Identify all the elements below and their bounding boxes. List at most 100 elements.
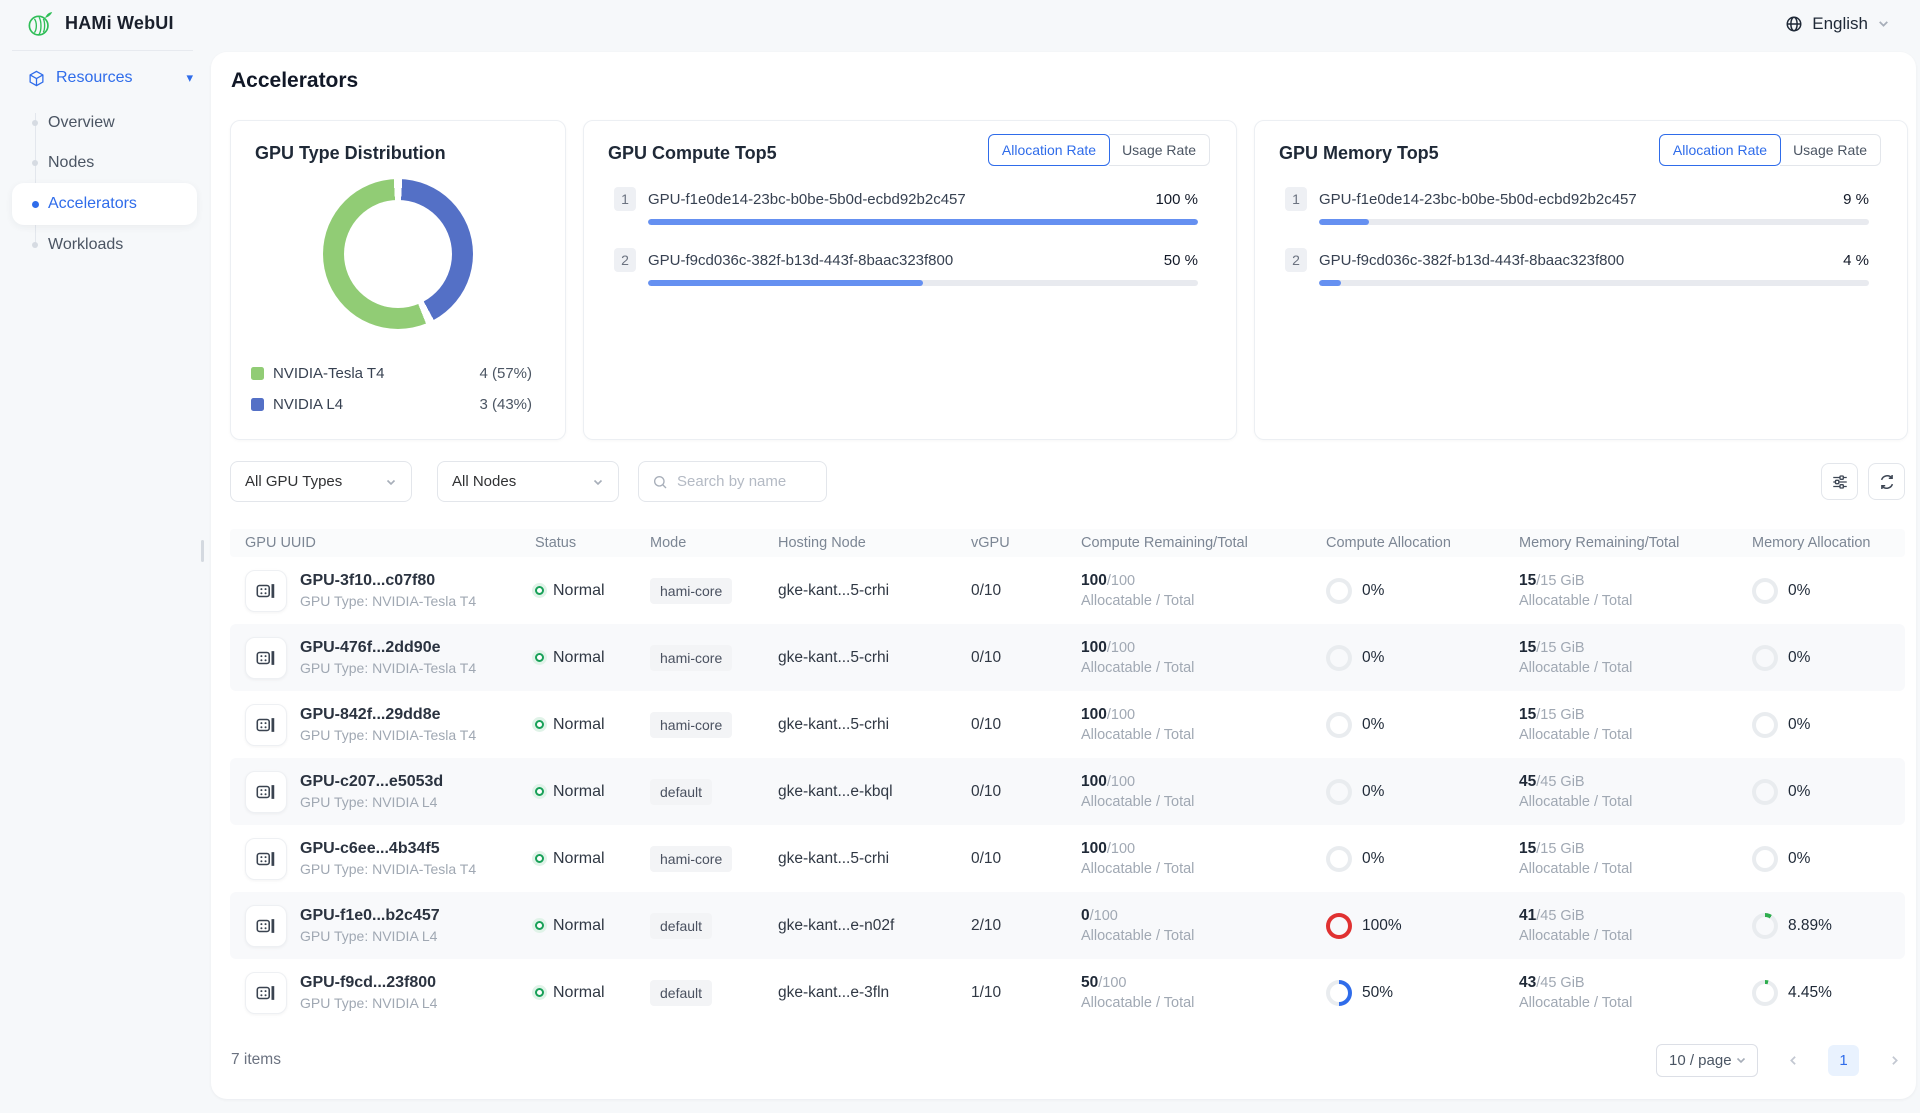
- tab-allocation-rate[interactable]: Allocation Rate: [1659, 134, 1781, 166]
- compute-remaining: 100: [1081, 572, 1107, 589]
- gpu-type: GPU Type: NVIDIA-Tesla T4: [300, 861, 476, 877]
- mode-badge: hami-core: [650, 578, 732, 604]
- table-row[interactable]: GPU-476f...2dd90e GPU Type: NVIDIA-Tesla…: [230, 624, 1905, 691]
- nav-dot: [32, 120, 38, 126]
- compute-total: /100: [1107, 707, 1135, 723]
- column-settings-button[interactable]: [1821, 463, 1858, 500]
- column-header: Mode: [635, 535, 763, 551]
- top-bar: HAMi WebUI English: [0, 0, 1920, 47]
- tab-usage-rate[interactable]: Usage Rate: [1109, 134, 1210, 166]
- chevron-left-icon: [1787, 1054, 1800, 1067]
- prev-page-button[interactable]: [1782, 1049, 1804, 1071]
- page-number-1[interactable]: 1: [1828, 1045, 1859, 1076]
- gpu-uuid: GPU-476f...2dd90e: [300, 639, 476, 657]
- globe-icon: [1785, 15, 1803, 33]
- page-size-value: 10 / page: [1669, 1052, 1732, 1069]
- compute-sub: Allocatable / Total: [1081, 794, 1311, 810]
- legend-swatch: [251, 367, 264, 380]
- table-row[interactable]: GPU-c6ee...4b34f5 GPU Type: NVIDIA-Tesla…: [230, 825, 1905, 892]
- gpu-type: GPU Type: NVIDIA-Tesla T4: [300, 727, 476, 743]
- chevron-down-icon: ▾: [186, 70, 193, 86]
- column-header: Compute Allocation: [1311, 535, 1504, 551]
- legend-item[interactable]: NVIDIA L4 3 (43%): [251, 389, 532, 420]
- hosting-node: gke-kant...e-n02f: [763, 917, 956, 935]
- top5-list: 1 GPU-f1e0de14-23bc-b0be-5b0d-ecbd92b2c4…: [1285, 187, 1869, 309]
- mode-badge: default: [650, 980, 712, 1006]
- status-label: Normal: [553, 783, 605, 801]
- gpu-card-iconbox: [245, 972, 287, 1014]
- table-row[interactable]: GPU-f9cd...23f800 GPU Type: NVIDIA L4 No…: [230, 959, 1905, 1026]
- legend-item[interactable]: NVIDIA-Tesla T4 4 (57%): [251, 358, 532, 389]
- status-label: Normal: [553, 984, 605, 1002]
- table-row[interactable]: GPU-c207...e5053d GPU Type: NVIDIA L4 No…: [230, 758, 1905, 825]
- progress-fill: [648, 219, 1198, 225]
- sidebar-item-workloads[interactable]: Workloads: [0, 225, 211, 265]
- memory-alloc-ring: [1752, 980, 1778, 1006]
- compute-sub: Allocatable / Total: [1081, 995, 1311, 1011]
- legend-label: NVIDIA-Tesla T4: [273, 365, 384, 382]
- table-row[interactable]: GPU-842f...29dd8e GPU Type: NVIDIA-Tesla…: [230, 691, 1905, 758]
- compute-alloc-label: 0%: [1362, 783, 1384, 801]
- hosting-node: gke-kant...e-3fln: [763, 984, 956, 1002]
- rank-badge: 1: [614, 187, 636, 211]
- next-page-button[interactable]: [1883, 1049, 1905, 1071]
- progress-fill: [648, 280, 923, 286]
- sidebar-section-resources[interactable]: Resources ▾: [0, 51, 211, 99]
- filter-bar: All GPU Types All Nodes: [230, 461, 1905, 502]
- compute-alloc-ring: [1326, 913, 1352, 939]
- sidebar-item-nodes[interactable]: Nodes: [0, 143, 211, 183]
- sidebar-resize-handle[interactable]: [201, 540, 204, 562]
- compute-alloc-label: 0%: [1362, 649, 1384, 667]
- top5-item: 2 GPU-f9cd036c-382f-b13d-443f-8baac323f8…: [1285, 248, 1869, 286]
- gpu-type-legend: NVIDIA-Tesla T4 4 (57%) NVIDIA L4 3 (43%…: [251, 358, 532, 420]
- sidebar-item-accelerators[interactable]: Accelerators: [12, 183, 197, 225]
- compute-total: /100: [1107, 774, 1135, 790]
- gpu-icon: [255, 647, 277, 669]
- gpu-type-select[interactable]: All GPU Types: [230, 461, 412, 502]
- vgpu-value: 0/10: [956, 582, 1066, 600]
- pagination: 10 / page 1: [1656, 1044, 1905, 1077]
- tab-usage-rate[interactable]: Usage Rate: [1780, 134, 1881, 166]
- status-dot-icon: [535, 787, 544, 796]
- memory-remaining: 15: [1519, 572, 1536, 589]
- compute-total: /100: [1107, 841, 1135, 857]
- table-row[interactable]: GPU-3f10...c07f80 GPU Type: NVIDIA-Tesla…: [230, 557, 1905, 624]
- card-title: GPU Memory Top5: [1279, 143, 1439, 164]
- table-header: GPU UUIDStatusModeHosting NodevGPUComput…: [230, 529, 1905, 557]
- gpu-table: GPU UUIDStatusModeHosting NodevGPUComput…: [230, 529, 1905, 1026]
- gpu-uuid: GPU-f1e0de14-23bc-b0be-5b0d-ecbd92b2c457: [1319, 191, 1637, 208]
- page-size-select[interactable]: 10 / page: [1656, 1044, 1758, 1077]
- rate-toggle: Allocation RateUsage Rate: [1659, 134, 1881, 166]
- gpu-type: GPU Type: NVIDIA L4: [300, 995, 437, 1011]
- compute-total: /100: [1090, 908, 1118, 924]
- compute-alloc-ring: [1326, 779, 1352, 805]
- progress-bar: [1319, 219, 1869, 225]
- memory-alloc-ring: [1752, 712, 1778, 738]
- nav-dot: [32, 242, 38, 248]
- search-input[interactable]: [677, 473, 813, 490]
- sidebar-item-overview[interactable]: Overview: [0, 103, 211, 143]
- language-label: English: [1812, 14, 1868, 34]
- language-selector[interactable]: English: [1785, 0, 1890, 47]
- top5-item: 2 GPU-f9cd036c-382f-b13d-443f-8baac323f8…: [614, 248, 1198, 286]
- sidebar-item-label: Overview: [48, 114, 115, 132]
- progress-bar: [648, 280, 1198, 286]
- status-label: Normal: [553, 649, 605, 667]
- memory-sub: Allocatable / Total: [1519, 794, 1737, 810]
- compute-total: /100: [1107, 640, 1135, 656]
- refresh-button[interactable]: [1868, 463, 1905, 500]
- column-header: GPU UUID: [230, 535, 520, 551]
- refresh-icon: [1878, 473, 1896, 491]
- rank-badge: 1: [1285, 187, 1307, 211]
- brand: HAMi WebUI: [26, 0, 174, 47]
- gpu-uuid: GPU-842f...29dd8e: [300, 706, 476, 724]
- compute-alloc-ring: [1326, 712, 1352, 738]
- hosting-node: gke-kant...5-crhi: [763, 582, 956, 600]
- table-row[interactable]: GPU-f1e0...b2c457 GPU Type: NVIDIA L4 No…: [230, 892, 1905, 959]
- status-dot-icon: [535, 720, 544, 729]
- tab-allocation-rate[interactable]: Allocation Rate: [988, 134, 1110, 166]
- status-label: Normal: [553, 917, 605, 935]
- node-select[interactable]: All Nodes: [437, 461, 619, 502]
- table-body: GPU-3f10...c07f80 GPU Type: NVIDIA-Tesla…: [230, 557, 1905, 1026]
- summary-cards: GPU Type Distribution NVIDIA-Tesla T4 4 …: [230, 120, 1908, 440]
